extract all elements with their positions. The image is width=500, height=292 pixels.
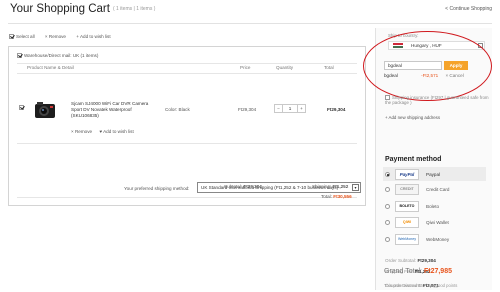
qty-input[interactable]: 1: [283, 104, 297, 113]
total-value: Ft30,556: [333, 194, 352, 199]
header-divider: [8, 23, 492, 24]
grand-total-value: Ft27,985: [423, 268, 452, 275]
subtotal-row: Subtotal: Ft29,304: [224, 184, 262, 189]
payment-method-title: Payment method: [385, 156, 442, 163]
page-title-text: Your Shopping Cart: [10, 3, 110, 15]
divider: [17, 63, 357, 64]
add-selected-wish-link[interactable]: + Add to wish list: [76, 34, 110, 39]
product-actions: × Remove ♥ Add to wish list: [71, 129, 134, 134]
grand-total-label: Grand Total:: [384, 268, 423, 275]
radio-icon[interactable]: [385, 220, 390, 225]
credit-card-logo-icon: CREDIT CARD: [395, 184, 419, 195]
radio-icon[interactable]: [385, 187, 390, 192]
shipping-label: Shipping:: [312, 184, 332, 189]
payment-name: Paypal: [426, 172, 441, 177]
total-label: Total:: [321, 194, 332, 199]
divider: [17, 73, 357, 74]
product-thumbnail[interactable]: [31, 99, 61, 123]
payment-name: Credit Card: [426, 187, 450, 192]
cart-items-box: Warehouse/Direct mail: UK (1 items) Prod…: [8, 46, 366, 206]
shipping-row: Shipping: Ft1,252: [312, 184, 348, 189]
paypal-logo-icon: PayPal: [395, 169, 419, 180]
boleto-logo-icon: BOLETO: [395, 201, 419, 212]
product-checkbox-wrap: [19, 105, 26, 110]
points-note: This order earned 553 banggood points: [384, 283, 458, 288]
qty-minus-button[interactable]: −: [274, 104, 283, 113]
radio-icon[interactable]: [385, 237, 390, 242]
product-color: Color: Black: [165, 107, 190, 112]
qty-plus-button[interactable]: +: [297, 104, 306, 113]
col-product: Product Name & Detail: [27, 65, 74, 70]
quantity-stepper: − 1 +: [274, 104, 306, 113]
item-count: ( 1 items | 1 items ): [112, 6, 156, 12]
shipping-method-label: Your preferred shipping method:: [124, 186, 190, 191]
shipping-value: Ft1,252: [332, 184, 349, 189]
add-address-link[interactable]: + Add new shipping address: [385, 115, 440, 120]
webmoney-logo-icon: WebMoney: [395, 234, 419, 245]
payment-name: Boleto: [426, 204, 440, 209]
page-title: Your Shopping Cart( 1 items | 1 items ): [10, 3, 155, 15]
warehouse-checkbox[interactable]: [17, 53, 22, 58]
select-all-checkbox[interactable]: [9, 34, 14, 39]
highlight-annotation-oval: [363, 31, 492, 101]
insurance-label: Shipping insurance (Ft297 | guaranteed s…: [385, 95, 489, 106]
payment-name: WebMoney: [426, 237, 450, 242]
cart-main: Select all × Remove + Add to wish list W…: [8, 28, 370, 290]
order-subtotal-value: Ft29,304: [417, 258, 436, 263]
grand-total-row: Grand Total: Ft27,985: [384, 268, 452, 275]
dropdown-arrow-icon: ▾: [352, 184, 359, 191]
radio-icon[interactable]: [385, 172, 390, 177]
payment-name: Qiwi Wallet: [426, 220, 449, 225]
remove-selected-link[interactable]: × Remove: [45, 34, 66, 39]
col-price: Price: [240, 65, 251, 70]
insurance-checkbox[interactable]: [385, 95, 390, 100]
total-row: Total: Ft30,556: [321, 194, 352, 199]
divider: [17, 143, 357, 144]
radio-icon[interactable]: [385, 204, 390, 209]
col-quantity: Quantity: [276, 65, 294, 70]
product-name-link[interactable]: Sjcam SJ4000 WiFi Car DVR Camera Sport D…: [71, 101, 155, 120]
product-total: Ft29,304: [327, 107, 346, 112]
select-all-label[interactable]: Select all: [16, 34, 35, 39]
order-subtotal-label: Order Subtotal:: [385, 258, 417, 263]
product-remove-link[interactable]: × Remove: [71, 129, 92, 134]
checkout-sidebar: Ship to country: Hungary , HUF bgdeal Ap…: [363, 28, 492, 290]
product-price: Ft29,304: [238, 107, 257, 112]
subtotal-label: Subtotal:: [224, 184, 243, 189]
cart-toolbar: Select all × Remove + Add to wish list: [9, 34, 120, 41]
product-checkbox[interactable]: [19, 105, 24, 110]
warehouse-label: Warehouse/Direct mail: UK (1 items): [24, 53, 99, 58]
warehouse-row: Warehouse/Direct mail: UK (1 items): [17, 53, 98, 58]
divider: [17, 197, 357, 198]
qiwi-logo-icon: QIWI: [395, 217, 419, 228]
cart-header: Your Shopping Cart( 1 items | 1 items ) …: [0, 0, 500, 20]
order-subtotal-row: Order Subtotal: Ft29,304: [385, 258, 436, 263]
col-total: Total: [324, 65, 334, 70]
product-wish-link[interactable]: ♥ Add to wish list: [99, 129, 133, 134]
continue-shopping-link[interactable]: < Continue Shopping: [445, 6, 492, 12]
subtotal-value: Ft29,304: [243, 184, 262, 189]
insurance-row: Shipping insurance (Ft297 | guaranteed s…: [385, 95, 489, 106]
